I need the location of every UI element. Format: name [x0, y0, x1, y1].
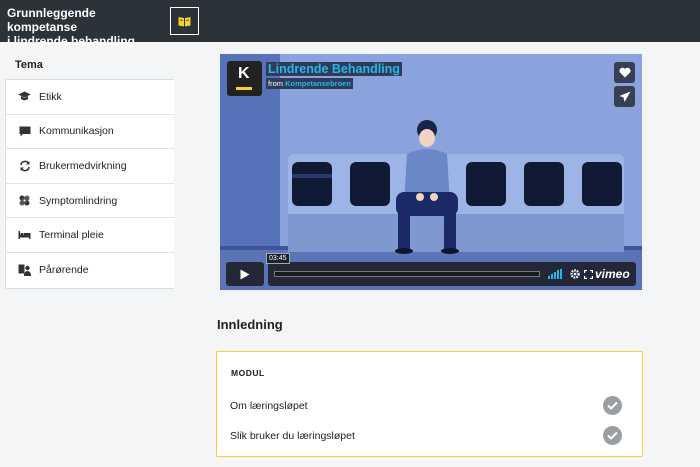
sidebar-heading: Tema — [15, 59, 43, 71]
module-item-label: Slik bruker du læringsløpet — [230, 430, 355, 442]
channel-logo-letter: K — [238, 65, 250, 82]
sidebar-item-parorende[interactable]: Pårørende — [6, 253, 174, 288]
volume-icon[interactable] — [548, 269, 562, 279]
like-button[interactable] — [614, 62, 635, 83]
timecode: 03:45 — [266, 253, 290, 264]
video-byline: from Kompetansebroen — [266, 78, 353, 89]
module-card: MODUL Om læringsløpet Slik bruker du lær… — [216, 351, 643, 457]
sidebar-item-etikk[interactable]: Etikk — [6, 80, 174, 115]
byline-channel-link[interactable]: Kompetansebroen — [285, 79, 351, 88]
refresh-arrows-icon — [18, 159, 31, 172]
progress-bar[interactable] — [274, 271, 540, 277]
people-icon — [18, 264, 31, 277]
speech-bubble-icon — [18, 125, 31, 138]
graduation-cap-icon — [18, 90, 31, 103]
play-icon — [240, 269, 250, 279]
app-title-line-1: Grunnleggende kompetanse — [7, 6, 96, 34]
heart-icon — [618, 67, 631, 78]
byline-prefix: from — [268, 79, 283, 88]
sidebar-item-kommunikasjon[interactable]: Kommunikasjon — [6, 115, 174, 150]
top-bar: Grunnleggende kompetanse i lindrende beh… — [0, 0, 700, 48]
sidebar-item-label: Kommunikasjon — [39, 125, 114, 138]
sidebar-item-symptomlindring[interactable]: Symptomlindring — [6, 184, 174, 219]
sidebar-item-label: Brukermedvirkning — [39, 159, 127, 172]
play-button[interactable] — [226, 262, 264, 286]
completed-check-icon — [603, 396, 622, 415]
video-player[interactable]: K Lindrende Behandling from Kompetansebr… — [220, 54, 642, 290]
module-item-slik-bruker-du[interactable]: Slik bruker du læringsløpet — [217, 421, 642, 451]
bandage-icon — [18, 194, 31, 207]
channel-logo[interactable]: K — [227, 61, 262, 96]
share-button[interactable] — [614, 86, 635, 107]
paper-plane-icon — [619, 91, 630, 102]
channel-logo-bar — [236, 87, 252, 90]
sidebar-item-terminal-pleie[interactable]: Terminal pleie — [6, 218, 174, 253]
sidebar-item-label: Symptomlindring — [39, 194, 118, 207]
control-bar: vimeo — [268, 262, 636, 286]
app-title: Grunnleggende kompetanse i lindrende beh… — [7, 6, 167, 48]
app-title-line-2: i lindrende behandling — [7, 34, 136, 48]
module-item-om-laeringslopet[interactable]: Om læringsløpet — [217, 391, 642, 421]
completed-check-icon — [603, 426, 622, 445]
section-title: Innledning — [217, 317, 283, 332]
module-item-label: Om læringsløpet — [230, 400, 308, 412]
settings-gear-icon[interactable] — [570, 269, 580, 279]
sidebar-item-label: Etikk — [39, 90, 62, 103]
sidebar-item-label: Terminal pleie — [39, 229, 104, 242]
sidebar-item-label: Pårørende — [39, 264, 89, 277]
sidebar-item-brukermedvirkning[interactable]: Brukermedvirkning — [6, 149, 174, 184]
bed-icon — [18, 229, 31, 242]
book-button[interactable] — [170, 7, 199, 35]
sidebar: Tema Etikk Kommunikasjon Brukermedvirkni… — [5, 50, 174, 289]
fullscreen-icon[interactable] — [584, 270, 593, 279]
vimeo-logo-link[interactable]: vimeo — [595, 267, 630, 281]
book-icon — [178, 16, 191, 26]
video-title[interactable]: Lindrende Behandling — [266, 62, 402, 76]
module-label: MODUL — [231, 368, 265, 378]
topic-list: Etikk Kommunikasjon Brukermedvirkning Sy… — [5, 79, 174, 289]
video-controls: vimeo 03:45 — [226, 253, 636, 286]
